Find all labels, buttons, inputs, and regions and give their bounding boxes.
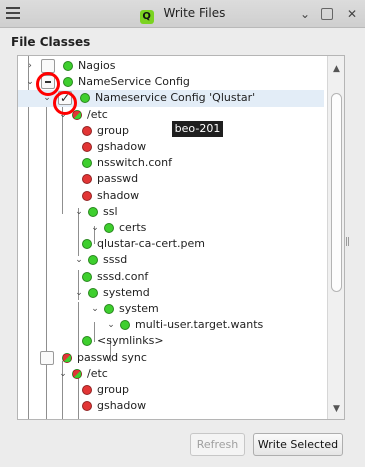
tree-row[interactable]: › Nagios <box>18 58 324 75</box>
tree-row-label: systemd <box>103 285 150 299</box>
window-title: Write Files <box>163 6 226 20</box>
close-icon[interactable]: ✕ <box>344 6 360 22</box>
tree-row-label: system <box>119 302 159 315</box>
tree-row-label: passwd sync <box>77 350 147 364</box>
minimize-icon[interactable]: ⌄ <box>297 6 313 22</box>
tree-row[interactable]: group <box>18 123 324 140</box>
annotation-circle <box>36 72 60 96</box>
expander-icon[interactable]: ⌄ <box>90 304 100 314</box>
status-dot-icon <box>82 190 92 201</box>
tree-row-label: nsswitch.conf <box>97 156 172 170</box>
expander-icon[interactable]: › <box>25 61 35 71</box>
expander-icon[interactable]: ⌄ <box>74 207 84 217</box>
tree-row[interactable]: passwd <box>18 171 324 188</box>
tree-row[interactable]: ⌄ systemd <box>18 285 324 302</box>
tree-row-label: passwd <box>97 172 139 186</box>
refresh-button[interactable]: Refresh <box>190 433 245 456</box>
status-dot-icon <box>82 385 92 395</box>
scroll-down-icon[interactable]: ▼ <box>328 402 344 416</box>
status-dot-icon <box>82 142 92 152</box>
tree-row[interactable]: ⌄ certs <box>18 220 324 237</box>
tree-row[interactable]: nsswitch.conf <box>18 155 324 172</box>
status-dot-icon <box>82 239 92 250</box>
tree-row[interactable]: gshadow <box>18 139 324 156</box>
status-dot-icon <box>88 206 98 217</box>
tree-row-label: /etc <box>87 107 108 121</box>
tree-row[interactable]: ⌄ ssl <box>18 204 324 221</box>
app-icon: Q <box>139 10 154 24</box>
tree-row-label: certs <box>119 221 147 234</box>
status-dot-icon <box>82 271 92 282</box>
scroll-thumb[interactable] <box>331 93 342 292</box>
status-dot-icon <box>120 320 130 331</box>
tree-row[interactable]: <symlinks> <box>18 333 324 350</box>
tree-row[interactable]: sssd.conf <box>18 269 324 286</box>
row-checkbox[interactable] <box>40 350 54 365</box>
tree-row[interactable]: ⌄ system <box>18 301 324 318</box>
annotation-circle <box>53 91 77 115</box>
status-dot-icon <box>62 352 72 363</box>
section-title: File Classes <box>11 35 91 49</box>
tree-row[interactable]: ⌄passwd sync <box>18 350 324 367</box>
write-selected-button[interactable]: Write Selected <box>253 433 343 456</box>
status-dot-icon <box>80 93 90 104</box>
tree-row[interactable]: ⌄ NameService Config <box>18 74 324 91</box>
status-dot-icon <box>88 255 98 266</box>
tree-row[interactable]: ⌄ sssd <box>18 252 324 269</box>
status-dot-icon <box>104 304 114 314</box>
tree-row-label: Nagios <box>78 59 116 72</box>
status-dot-icon <box>88 287 98 298</box>
tree-row-label: qlustar-ca-cert.pem <box>97 237 205 251</box>
maximize-icon[interactable] <box>321 8 333 20</box>
tree-row-label: shadow <box>97 188 140 202</box>
tree-row[interactable]: group <box>18 382 324 399</box>
row-checkbox[interactable] <box>41 59 55 73</box>
status-dot-icon <box>63 77 73 88</box>
tree-row[interactable]: ⌄ /etc <box>18 366 324 383</box>
tree-row-label: /etc <box>87 366 108 380</box>
expander-icon[interactable]: ⌄ <box>90 223 100 233</box>
tree-row-label: gshadow <box>97 140 147 153</box>
tree-row[interactable]: gshadow <box>18 398 324 415</box>
expander-icon[interactable]: ⌄ <box>58 369 68 379</box>
status-dot-icon <box>82 336 92 347</box>
tree-row-label: sssd <box>103 253 128 267</box>
tree-row-label: NameService Config <box>78 75 190 89</box>
scroll-up-icon[interactable]: ▲ <box>328 62 344 76</box>
expander-icon[interactable]: ⌄ <box>106 320 116 330</box>
status-dot-icon <box>63 61 73 71</box>
tree-row[interactable]: ⌄ multi-user.target.wants <box>18 317 324 334</box>
expander-icon[interactable]: ⌄ <box>25 77 35 87</box>
tree-row-label: sssd.conf <box>97 269 149 283</box>
status-dot-icon <box>104 223 114 233</box>
status-dot-icon <box>82 401 92 412</box>
status-dot-icon <box>82 125 92 136</box>
vertical-scrollbar[interactable]: ▲ ▼ <box>327 56 344 419</box>
tooltip: beo-201 <box>172 121 223 137</box>
tree-row[interactable]: shadow <box>18 188 324 205</box>
tree-row-label: gshadow <box>97 399 147 413</box>
tree-row-label: multi-user.target.wants <box>135 318 264 332</box>
tree-row-label: Nameservice Config 'Qlustar' <box>95 91 256 105</box>
tree-row-label: <symlinks> <box>97 334 164 348</box>
tree-row-label: ssl <box>103 204 118 218</box>
tree-row-label: group <box>97 383 129 396</box>
expander-icon[interactable]: ⌄ <box>74 288 84 298</box>
status-dot-icon <box>82 174 92 185</box>
tree-row[interactable]: qlustar-ca-cert.pem <box>18 236 324 253</box>
title-bar: Q Write Files ⌄ ✕ <box>0 0 365 28</box>
status-dot-icon <box>72 368 82 379</box>
status-dot-icon <box>82 158 92 169</box>
expander-icon[interactable]: ⌄ <box>74 255 84 265</box>
tree-row-label: group <box>97 123 129 137</box>
splitter-grip[interactable] <box>346 237 349 246</box>
